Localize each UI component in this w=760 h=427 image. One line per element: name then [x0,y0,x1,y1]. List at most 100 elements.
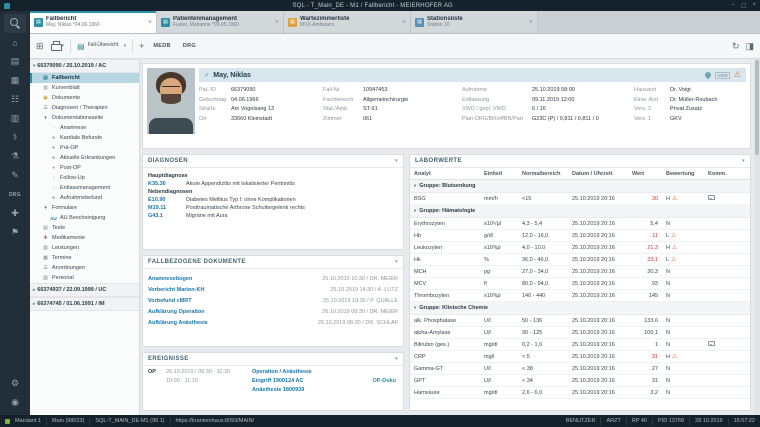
lab-group-row[interactable]: ▾Gruppe: Klinische Chemie [410,302,750,315]
power-icon[interactable]: ◉ [4,393,26,412]
tree-item-kardiale-befunde[interactable]: ●Kardiale Befunde [30,133,139,143]
icd-code-link[interactable]: G43.1 [148,213,182,219]
comment-icon[interactable] [708,341,715,346]
medical-icon[interactable]: ⚕ [4,128,26,147]
document-link[interactable]: Vorbefund cMRT [148,298,192,304]
event-link[interactable]: Operation / Anästhesie [252,369,372,375]
drg-icon[interactable]: DRG [4,185,26,204]
lab-icon[interactable]: ⚗ [4,147,26,166]
tab-close-icon[interactable]: × [275,19,279,26]
lab-row[interactable]: Hk%36,0 - 46,025.10.2019 20:16 33,1 L⚠ [410,254,750,266]
refresh-icon[interactable]: ↻ [732,41,740,52]
document-link[interactable]: Anamnesebogen [148,276,192,282]
scrollbar-thumb[interactable] [755,60,759,155]
lab-group-row[interactable]: ▾Gruppe: Hämatologie [410,205,750,218]
document-row[interactable]: Aufklärung Operation26.10.2019 08:30 / D… [148,307,398,316]
tree-item-personal[interactable]: ▧Personal [30,273,139,283]
tree-item-au-bescheinigung[interactable]: AUAU Bescheinigung [30,213,139,223]
tab-close-icon[interactable]: × [529,19,533,26]
add-icon[interactable]: + [139,41,144,51]
tree-item-texte[interactable]: ▤Texte [30,223,139,233]
document-link[interactable]: Aufklärung Anästhesie [148,320,208,326]
document-row[interactable]: Aufklärung Anästhesie26.10.2019 08:30 / … [148,318,398,327]
lab-row[interactable]: BSGmm/h<1525.10.2019 20:16 30 H⚠ [410,193,750,205]
lab-row[interactable]: Thrombozytenx10³/µl140 - 44025.10.2019 2… [410,290,750,302]
search-icon[interactable] [4,14,26,33]
event-link[interactable]: Eingriff 1900124 AC [252,378,372,384]
diagnosis-row[interactable]: K35.30 Akute Appendizitis mit lokalisier… [148,181,398,187]
lab-row[interactable]: alk. PhosphataseU/l50 - 13625.10.2019 20… [410,315,750,327]
charts-icon[interactable]: ▥ [4,109,26,128]
lab-row[interactable]: MCVfl80,0 - 94,025.10.2019 20:16 93 N [410,278,750,290]
flag-icon[interactable]: ⚑ [4,223,26,242]
case-header-closed[interactable]: ▸66374937 / 22.09.1999 / UC [30,283,139,297]
tree-item-dokumente[interactable]: ▣Dokumente [30,93,139,103]
tree-item-termine[interactable]: ▦Termine [30,253,139,263]
tab-close-icon[interactable]: × [402,19,406,26]
tree-item-dokumentationsseite[interactable]: ▾Dokumentationsseite [30,113,139,123]
station-icon[interactable]: ☷ [4,90,26,109]
tree-item-anordnungen[interactable]: ☰Anordnungen [30,263,139,273]
tab-stationsliste[interactable]: ▤ Stationsliste Station 10 × [411,11,538,33]
tree-item-follow-up[interactable]: ○Follow-Up [30,173,139,183]
tree-item-formulare[interactable]: ▾Formulare [30,203,139,213]
tree-item-medikamente[interactable]: ✚Medikamente [30,233,139,243]
edit-icon[interactable]: ✎ [4,166,26,185]
tab-fallbericht[interactable]: ▤ Fallbericht May, Niklas *04.06.1966 × [30,11,157,33]
home-icon[interactable]: ⌂ [4,33,26,52]
apps-grid-icon[interactable]: ⊞ [36,41,44,52]
icd-code-link[interactable]: M19.11 [148,205,182,211]
print-button[interactable]: ▾ [50,41,65,51]
maximize-button[interactable]: ▢ [741,2,747,9]
collapse-chevron-icon[interactable]: ▾ [395,158,398,164]
diagnosis-row[interactable]: E10.90 Diabetes Mellitus Typ I: ohne Kom… [148,197,398,203]
close-button[interactable]: × [752,2,756,9]
calendar-icon[interactable]: ▦ [4,71,26,90]
tab-close-icon[interactable]: × [148,19,152,26]
comment-icon[interactable] [708,195,715,200]
lab-row[interactable]: CRPmg/l< 525.10.2019 20:16 31 H⚠ [410,351,750,363]
tree-item-aufnahmebefund[interactable]: ●Aufnahmebefund [30,193,139,203]
lab-row[interactable]: Gamma-GTU/l< 3825.10.2019 20:16 27 N [410,363,750,375]
panel-toggle-icon[interactable]: ◨ [745,41,754,52]
document-row[interactable]: Vorbefund cMRT25.10.2019 19:30 / P. QUAL… [148,296,398,305]
tree-item-diagnosen[interactable]: ☰Diagnosen / Therapien [30,103,139,113]
settings-icon[interactable]: ⚙ [4,374,26,393]
minimize-button[interactable]: – [731,2,734,9]
fall-uebersicht-button[interactable]: ▤ Fall-Übersicht ▾ [77,42,126,51]
icd-code-link[interactable]: K35.30 [148,181,182,187]
vertical-scrollbar[interactable] [754,59,760,415]
tree-item-anamnese[interactable]: ○Anamnese [30,123,139,133]
diagnosis-row[interactable]: G43.1 Migräne mit Aura [148,213,398,219]
tree-item-kurvenblatt[interactable]: ▥Kurvenblatt [30,83,139,93]
collapse-chevron-icon[interactable]: ▾ [395,259,398,265]
lab-row[interactable]: alpha-AmylaseU/l30 - 12525.10.2019 20:16… [410,327,750,339]
collapse-chevron-icon[interactable]: ▾ [395,356,398,362]
document-row[interactable]: Anamnesebogen25.10.2019 10:30 / DR. MEIE… [148,274,398,283]
lab-row[interactable]: MCHpg27,0 - 34,025.10.2019 20:16 30,3 N [410,266,750,278]
lab-row[interactable]: GPTU/l< 3425.10.2019 20:16 31 N [410,375,750,387]
medb-button[interactable]: MEDB [150,41,173,51]
case-header-closed[interactable]: ▸66374745 / 01.06.1991 / IM [30,297,139,311]
tab-patientenmanagement[interactable]: ▤ Patientenmanagement Fuster, Marianne *… [157,11,284,33]
lab-row[interactable]: Bilirubin (ges.)mg/dl0,2 - 1,025.10.2019… [410,339,750,351]
document-link[interactable]: Vorbericht Marion-KH [148,287,204,293]
op-doku-tag[interactable]: OP-Doku [372,378,398,384]
document-link[interactable]: Aufklärung Operation [148,309,205,315]
event-link[interactable]: Anästhesie 1800939 [252,387,372,393]
tree-item-post-op[interactable]: ●Post-OP [30,163,139,173]
tree-item-aktuelle-erkrankungen[interactable]: ●Aktuelle Erkrankungen [30,153,139,163]
icd-code-link[interactable]: E10.90 [148,197,182,203]
lab-row[interactable]: Harnsäuremg/dl2,6 - 6,025.10.2019 20:16 … [410,387,750,399]
diagnosis-row[interactable]: M19.11 Posttraumatische Arthrose Schulte… [148,205,398,211]
document-row[interactable]: Vorbericht Marion-KH25.10.2019 14:30 / A… [148,285,398,294]
meds-icon[interactable]: ✚ [4,204,26,223]
lab-row[interactable]: Hbg/dl12,0 - 16,025.10.2019 20:16 11 L⚠ [410,230,750,242]
patients-icon[interactable]: ▤ [4,52,26,71]
tree-item-leistungen[interactable]: ▥Leistungen [30,243,139,253]
tree-item-fallbericht[interactable]: ▤Fallbericht [30,73,139,83]
drg-button[interactable]: DRG [180,41,199,51]
lab-row[interactable]: Erythrozytenx10⁶/µl4,3 - 5,425.10.2019 2… [410,218,750,230]
lab-row[interactable]: Leukozytenx10³/µl4,0 - 10,025.10.2019 20… [410,242,750,254]
collapse-chevron-icon[interactable]: ▾ [742,158,745,164]
